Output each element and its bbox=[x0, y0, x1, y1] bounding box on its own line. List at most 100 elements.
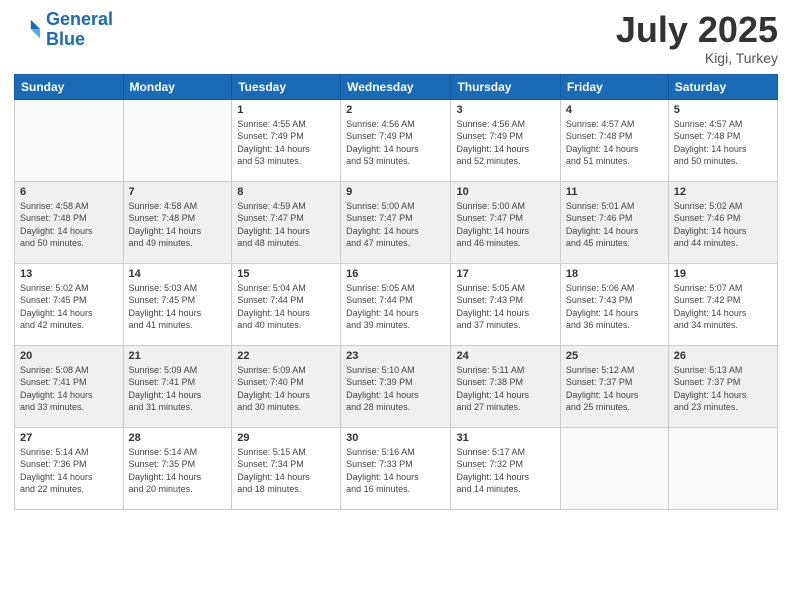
day-number: 22 bbox=[237, 350, 335, 362]
day-number: 12 bbox=[674, 186, 772, 198]
header-friday: Friday bbox=[560, 74, 668, 99]
day-number: 29 bbox=[237, 432, 335, 444]
calendar-cell: 11Sunrise: 5:01 AM Sunset: 7:46 PM Dayli… bbox=[560, 181, 668, 263]
calendar-cell: 2 Sunrise: 4:56 AM Sunset: 7:49 PM Daylig… bbox=[341, 99, 451, 181]
day-number: 23 bbox=[346, 350, 445, 362]
day-info: Sunrise: 5:17 AM Sunset: 7:32 PM Dayligh… bbox=[456, 446, 554, 496]
day-number: 27 bbox=[20, 432, 118, 444]
day-info: Sunrise: 4:56 AM Sunset: 7:49 PM Dayligh… bbox=[346, 118, 445, 168]
day-number: 18 bbox=[566, 268, 663, 280]
day-info: Sunrise: 4:55 AM Sunset: 7:49 PM Dayligh… bbox=[237, 118, 335, 168]
day-info: Sunrise: 5:02 AM Sunset: 7:46 PM Dayligh… bbox=[674, 200, 772, 250]
header-saturday: Saturday bbox=[668, 74, 777, 99]
calendar-cell: 19Sunrise: 5:07 AM Sunset: 7:42 PM Dayli… bbox=[668, 263, 777, 345]
calendar-cell: 23 Sunrise: 5:10 AM Sunset: 7:39 PM Dayli… bbox=[341, 345, 451, 427]
calendar-cell: 22 Sunrise: 5:09 AM Sunset: 7:40 PM Dayli… bbox=[232, 345, 341, 427]
day-info: Sunrise: 5:05 AM Sunset: 7:43 PM Dayligh… bbox=[456, 282, 554, 332]
day-info: Sunrise: 5:14 AM Sunset: 7:36 PM Dayligh… bbox=[20, 446, 118, 496]
day-info: Sunrise: 5:16 AM Sunset: 7:33 PM Dayligh… bbox=[346, 446, 445, 496]
day-number: 11 bbox=[566, 186, 663, 198]
logo-icon bbox=[14, 16, 42, 44]
page: General Blue July 2025 Kigi, Turkey Sund… bbox=[0, 0, 792, 612]
day-number: 17 bbox=[456, 268, 554, 280]
day-number: 7 bbox=[129, 186, 227, 198]
day-info: Sunrise: 5:15 AM Sunset: 7:34 PM Dayligh… bbox=[237, 446, 335, 496]
day-info: Sunrise: 5:09 AM Sunset: 7:41 PM Dayligh… bbox=[129, 364, 227, 414]
calendar-cell: 20Sunrise: 5:08 AM Sunset: 7:41 PM Dayli… bbox=[15, 345, 124, 427]
day-number: 9 bbox=[346, 186, 445, 198]
day-info: Sunrise: 5:06 AM Sunset: 7:43 PM Dayligh… bbox=[566, 282, 663, 332]
header-tuesday: Tuesday bbox=[232, 74, 341, 99]
logo: General Blue bbox=[14, 10, 113, 50]
calendar-cell: 13 Sunrise: 5:02 AM Sunset: 7:45 PM Dayli… bbox=[15, 263, 124, 345]
calendar-cell: 10Sunrise: 5:00 AM Sunset: 7:47 PM Dayli… bbox=[451, 181, 560, 263]
location: Kigi, Turkey bbox=[616, 50, 778, 66]
calendar-cell: 18 Sunrise: 5:06 AM Sunset: 7:43 PM Dayli… bbox=[560, 263, 668, 345]
calendar-cell: 27 Sunrise: 5:14 AM Sunset: 7:36 PM Dayli… bbox=[15, 427, 124, 509]
day-number: 30 bbox=[346, 432, 445, 444]
calendar-week-5: 27 Sunrise: 5:14 AM Sunset: 7:36 PM Dayli… bbox=[15, 427, 778, 509]
day-number: 1 bbox=[237, 104, 335, 116]
day-number: 6 bbox=[20, 186, 118, 198]
day-number: 31 bbox=[456, 432, 554, 444]
calendar-week-2: 6 Sunrise: 4:58 AM Sunset: 7:48 PM Daylig… bbox=[15, 181, 778, 263]
calendar-header-row: Sunday Monday Tuesday Wednesday Thursday… bbox=[15, 74, 778, 99]
title-block: July 2025 Kigi, Turkey bbox=[616, 10, 778, 66]
day-info: Sunrise: 4:56 AM Sunset: 7:49 PM Dayligh… bbox=[456, 118, 554, 168]
day-number: 8 bbox=[237, 186, 335, 198]
calendar-cell: 5Sunrise: 4:57 AM Sunset: 7:48 PM Daylig… bbox=[668, 99, 777, 181]
day-number: 4 bbox=[566, 104, 663, 116]
day-number: 19 bbox=[674, 268, 772, 280]
calendar-cell: 8Sunrise: 4:59 AM Sunset: 7:47 PM Daylig… bbox=[232, 181, 341, 263]
calendar-cell bbox=[15, 99, 124, 181]
calendar-cell: 4 Sunrise: 4:57 AM Sunset: 7:48 PM Daylig… bbox=[560, 99, 668, 181]
day-info: Sunrise: 5:02 AM Sunset: 7:45 PM Dayligh… bbox=[20, 282, 118, 332]
calendar-cell: 17 Sunrise: 5:05 AM Sunset: 7:43 PM Dayli… bbox=[451, 263, 560, 345]
day-number: 15 bbox=[237, 268, 335, 280]
day-info: Sunrise: 5:12 AM Sunset: 7:37 PM Dayligh… bbox=[566, 364, 663, 414]
day-info: Sunrise: 4:58 AM Sunset: 7:48 PM Dayligh… bbox=[20, 200, 118, 250]
day-info: Sunrise: 4:57 AM Sunset: 7:48 PM Dayligh… bbox=[566, 118, 663, 168]
calendar-cell bbox=[123, 99, 232, 181]
day-info: Sunrise: 5:00 AM Sunset: 7:47 PM Dayligh… bbox=[456, 200, 554, 250]
header-monday: Monday bbox=[123, 74, 232, 99]
day-info: Sunrise: 4:58 AM Sunset: 7:48 PM Dayligh… bbox=[129, 200, 227, 250]
header-sunday: Sunday bbox=[15, 74, 124, 99]
calendar-cell: 16Sunrise: 5:05 AM Sunset: 7:44 PM Dayli… bbox=[341, 263, 451, 345]
calendar-cell bbox=[668, 427, 777, 509]
day-number: 16 bbox=[346, 268, 445, 280]
calendar-cell: 7 Sunrise: 4:58 AM Sunset: 7:48 PM Daylig… bbox=[123, 181, 232, 263]
calendar-cell: 30 Sunrise: 5:16 AM Sunset: 7:33 PM Dayli… bbox=[341, 427, 451, 509]
logo-line1: General bbox=[46, 9, 113, 29]
calendar-week-3: 13 Sunrise: 5:02 AM Sunset: 7:45 PM Dayli… bbox=[15, 263, 778, 345]
day-number: 24 bbox=[456, 350, 554, 362]
header-thursday: Thursday bbox=[451, 74, 560, 99]
day-number: 2 bbox=[346, 104, 445, 116]
logo-text: General Blue bbox=[46, 10, 113, 50]
logo-line2: Blue bbox=[46, 29, 85, 49]
calendar-cell bbox=[560, 427, 668, 509]
day-info: Sunrise: 5:10 AM Sunset: 7:39 PM Dayligh… bbox=[346, 364, 445, 414]
calendar-week-4: 20Sunrise: 5:08 AM Sunset: 7:41 PM Dayli… bbox=[15, 345, 778, 427]
calendar-cell: 26 Sunrise: 5:13 AM Sunset: 7:37 PM Dayli… bbox=[668, 345, 777, 427]
day-info: Sunrise: 5:13 AM Sunset: 7:37 PM Dayligh… bbox=[674, 364, 772, 414]
calendar-cell: 1 Sunrise: 4:55 AM Sunset: 7:49 PM Daylig… bbox=[232, 99, 341, 181]
day-number: 28 bbox=[129, 432, 227, 444]
calendar-cell: 21 Sunrise: 5:09 AM Sunset: 7:41 PM Dayli… bbox=[123, 345, 232, 427]
day-number: 21 bbox=[129, 350, 227, 362]
day-info: Sunrise: 5:11 AM Sunset: 7:38 PM Dayligh… bbox=[456, 364, 554, 414]
day-number: 26 bbox=[674, 350, 772, 362]
day-number: 25 bbox=[566, 350, 663, 362]
day-info: Sunrise: 5:09 AM Sunset: 7:40 PM Dayligh… bbox=[237, 364, 335, 414]
calendar-cell: 28 Sunrise: 5:14 AM Sunset: 7:35 PM Dayli… bbox=[123, 427, 232, 509]
header: General Blue July 2025 Kigi, Turkey bbox=[14, 10, 778, 66]
day-info: Sunrise: 5:03 AM Sunset: 7:45 PM Dayligh… bbox=[129, 282, 227, 332]
calendar-cell: 29 Sunrise: 5:15 AM Sunset: 7:34 PM Dayli… bbox=[232, 427, 341, 509]
calendar-cell: 9Sunrise: 5:00 AM Sunset: 7:47 PM Daylig… bbox=[341, 181, 451, 263]
calendar-week-1: 1 Sunrise: 4:55 AM Sunset: 7:49 PM Daylig… bbox=[15, 99, 778, 181]
day-number: 5 bbox=[674, 104, 772, 116]
month-title: July 2025 bbox=[616, 10, 778, 50]
calendar-cell: 25 Sunrise: 5:12 AM Sunset: 7:37 PM Dayli… bbox=[560, 345, 668, 427]
day-info: Sunrise: 5:14 AM Sunset: 7:35 PM Dayligh… bbox=[129, 446, 227, 496]
day-number: 13 bbox=[20, 268, 118, 280]
